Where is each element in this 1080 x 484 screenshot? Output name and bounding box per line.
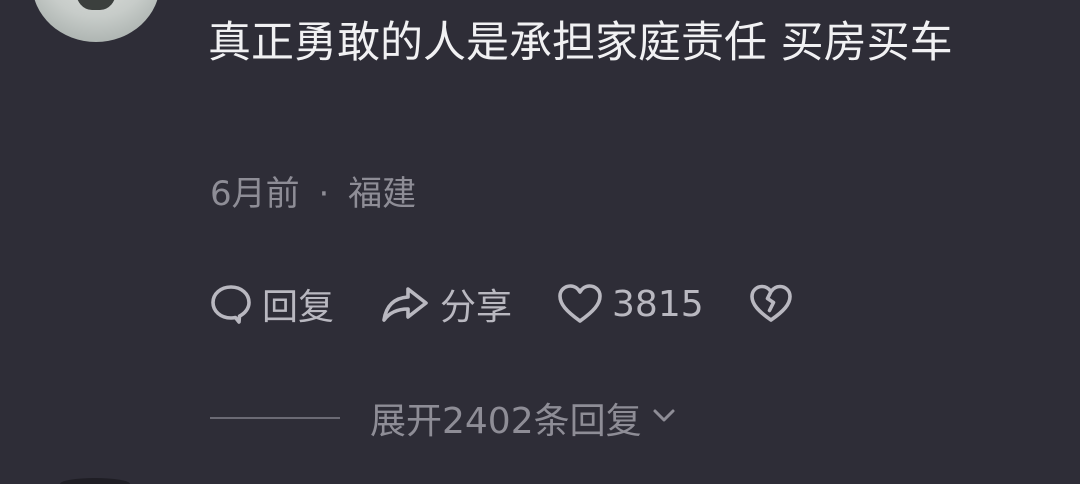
next-avatar-peek <box>60 478 130 484</box>
like-button[interactable]: 3815 <box>556 278 704 330</box>
action-bar: 回复 分享 3815 <box>208 278 794 330</box>
expand-replies-label: 展开2402条回复 <box>370 401 642 442</box>
expand-replies-button[interactable]: 展开2402条回复 <box>370 392 678 444</box>
reply-label: 回复 <box>262 287 335 328</box>
dislike-button[interactable] <box>748 278 794 330</box>
heart-icon <box>556 281 604 327</box>
comment-bubble-icon <box>208 281 254 327</box>
expand-replies-row: 展开2402条回复 <box>210 392 678 444</box>
broken-heart-icon <box>748 281 794 327</box>
avatar-figure <box>76 0 116 10</box>
share-arrow-icon <box>378 281 432 327</box>
comment-meta: 6月前 · 福建 <box>210 172 416 216</box>
avatar[interactable] <box>32 0 160 42</box>
chevron-down-icon <box>642 398 678 439</box>
share-button[interactable]: 分享 <box>378 278 512 330</box>
comment-location: 福建 <box>348 174 417 214</box>
like-count: 3815 <box>612 283 704 325</box>
comment-text: 真正勇敢的人是承担家庭责任 买房买车 <box>208 18 953 68</box>
share-label: 分享 <box>440 287 513 328</box>
comment-card: 真正勇敢的人是承担家庭责任 买房买车 6月前 · 福建 回复 分享 3815 展… <box>0 0 1080 484</box>
meta-separator: · <box>318 174 330 214</box>
divider-line <box>210 417 340 419</box>
comment-time: 6月前 <box>210 174 300 214</box>
reply-button[interactable]: 回复 <box>208 278 334 330</box>
